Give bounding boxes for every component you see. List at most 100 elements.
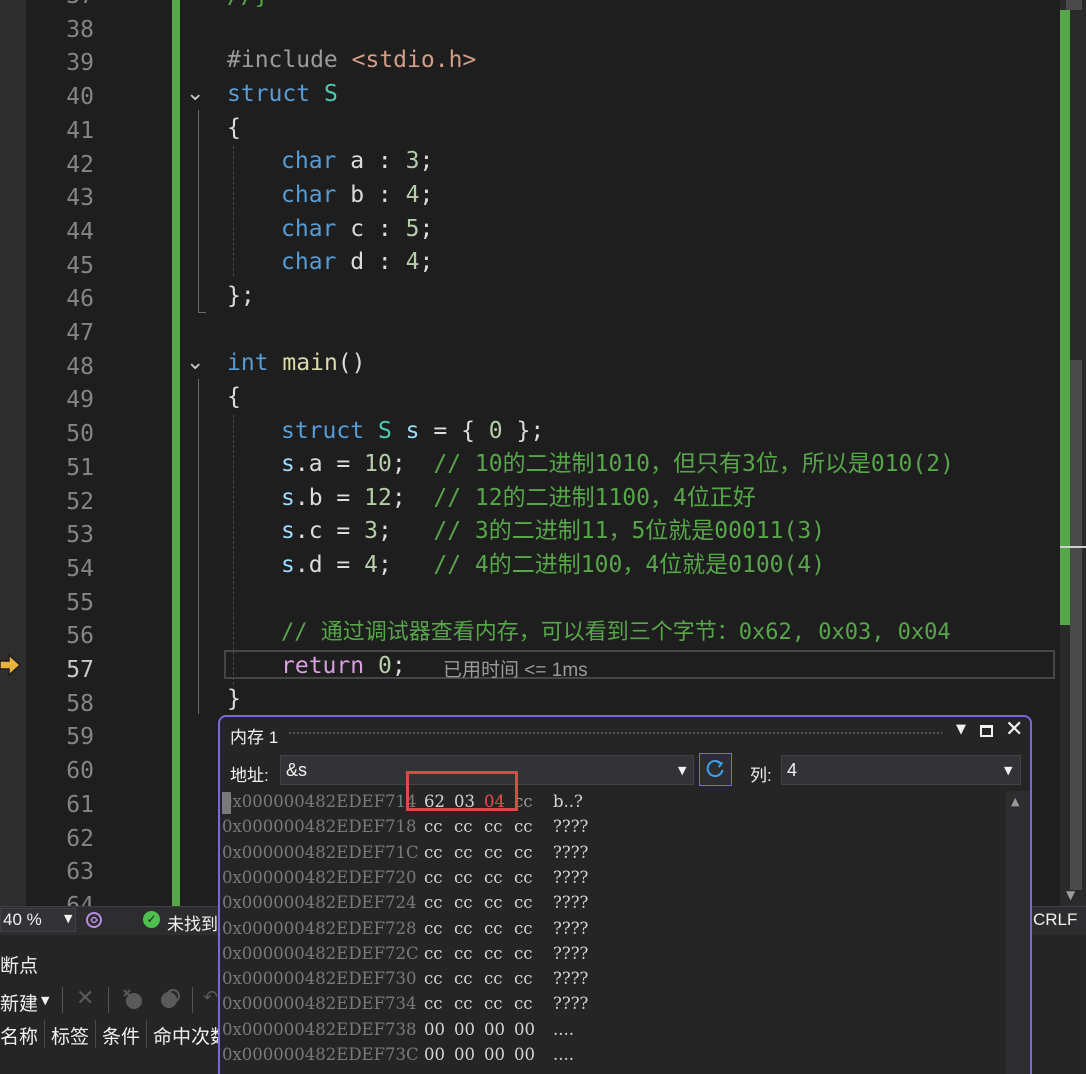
line-number[interactable]: 41 bbox=[40, 115, 94, 149]
line-number[interactable]: 49 bbox=[40, 384, 94, 418]
memory-row[interactable]: 0x000000482EDEF72C cc cc cc cc???? bbox=[222, 941, 1002, 966]
memory-byte[interactable]: cc bbox=[454, 916, 472, 941]
line-number[interactable]: 50 bbox=[40, 418, 94, 452]
line-number[interactable]: 59 bbox=[40, 721, 94, 755]
memory-byte[interactable]: cc bbox=[514, 941, 532, 966]
memory-row[interactable]: 0x000000482EDEF728 cc cc cc cc???? bbox=[222, 916, 1002, 941]
memory-byte[interactable]: cc bbox=[514, 814, 532, 839]
columns-dropdown[interactable] bbox=[781, 755, 1021, 785]
intellicode-icon[interactable] bbox=[84, 910, 104, 930]
line-number[interactable]: 52 bbox=[40, 486, 94, 520]
memory-ascii[interactable]: ???? bbox=[553, 966, 588, 991]
memory-byte[interactable]: cc bbox=[484, 814, 502, 839]
line-number[interactable]: 60 bbox=[40, 755, 94, 789]
line-number[interactable]: 54 bbox=[40, 553, 94, 587]
column-header[interactable]: 标签 bbox=[51, 1020, 97, 1048]
code-line-58[interactable]: } bbox=[227, 683, 241, 717]
code-line-54[interactable]: s.d = 4; // 4的二进制100，4位就是0100(4) bbox=[281, 549, 825, 583]
address-value[interactable]: &s bbox=[286, 760, 307, 781]
indicator-margin[interactable] bbox=[0, 0, 26, 906]
memory-row[interactable]: 0x000000482EDEF718 cc cc cc cc???? bbox=[222, 814, 1002, 839]
line-number[interactable]: 63 bbox=[40, 856, 94, 890]
memory-row[interactable]: 0x000000482EDEF714 62 03 04 cc b..? bbox=[222, 789, 1002, 814]
memory-byte[interactable]: cc bbox=[514, 890, 532, 915]
line-number[interactable]: 47 bbox=[40, 317, 94, 351]
memory-byte[interactable]: cc bbox=[454, 865, 472, 890]
memory-byte[interactable]: cc bbox=[424, 991, 442, 1016]
line-number[interactable]: 62 bbox=[40, 823, 94, 857]
scroll-up-icon[interactable]: ▲ bbox=[1011, 795, 1019, 808]
line-number[interactable]: 53 bbox=[40, 519, 94, 553]
chevron-down-icon[interactable]: ▼ bbox=[678, 764, 686, 777]
breakpoints-title[interactable]: 断点 bbox=[0, 951, 38, 978]
memory-scrollbar[interactable] bbox=[1006, 791, 1030, 1074]
line-number[interactable]: 40 bbox=[40, 81, 94, 115]
memory-byte[interactable]: cc bbox=[454, 890, 472, 915]
memory-byte[interactable]: cc bbox=[424, 814, 442, 839]
column-header[interactable]: 名称 bbox=[0, 1020, 46, 1048]
memory-byte[interactable]: cc bbox=[424, 941, 442, 966]
memory-byte[interactable]: cc bbox=[424, 840, 442, 865]
close-icon[interactable]: ✕ bbox=[1005, 717, 1023, 742]
memory-ascii[interactable]: ???? bbox=[553, 991, 588, 1016]
memory-ascii[interactable]: ???? bbox=[553, 916, 588, 941]
issues-status[interactable]: 未找到 bbox=[167, 910, 218, 935]
line-number[interactable]: 57 bbox=[40, 654, 94, 688]
memory-byte[interactable]: cc bbox=[514, 865, 532, 890]
memory-byte[interactable]: cc bbox=[424, 865, 442, 890]
code-line-50[interactable]: struct S s = { 0 }; bbox=[281, 415, 544, 449]
window-menu-chevron-icon[interactable]: ▼ bbox=[956, 722, 966, 737]
line-number[interactable]: 55 bbox=[40, 587, 94, 621]
code-line-49[interactable]: { bbox=[227, 381, 241, 415]
line-number[interactable]: 51 bbox=[40, 452, 94, 486]
line-number[interactable]: 58 bbox=[40, 688, 94, 722]
memory-byte[interactable]: 00 bbox=[514, 1017, 535, 1042]
memory-byte[interactable]: 00 bbox=[514, 1042, 535, 1067]
fold-chevron-icon[interactable]: ⌄ bbox=[186, 83, 206, 105]
memory-byte[interactable]: cc bbox=[484, 865, 502, 890]
memory-ascii[interactable]: .... bbox=[553, 1042, 574, 1067]
memory-byte[interactable]: cc bbox=[454, 840, 472, 865]
memory-byte[interactable]: cc bbox=[484, 890, 502, 915]
memory-byte[interactable]: cc bbox=[484, 916, 502, 941]
code-line-44[interactable]: char c : 5; bbox=[281, 213, 433, 247]
memory-row[interactable]: 0x000000482EDEF730 cc cc cc cc???? bbox=[222, 966, 1002, 991]
memory-row[interactable]: 0x000000482EDEF724 cc cc cc cc???? bbox=[222, 890, 1002, 915]
refresh-icon[interactable] bbox=[699, 753, 732, 786]
code-line-42[interactable]: char a : 3; bbox=[281, 145, 433, 179]
code-line-57[interactable]: return 0; bbox=[281, 650, 406, 684]
perf-tip[interactable]: 已用时间 <= 1ms bbox=[443, 655, 588, 682]
delete-icon[interactable]: ✕ bbox=[76, 988, 96, 1010]
code-line-45[interactable]: char d : 4; bbox=[281, 246, 433, 280]
new-breakpoint-button[interactable]: 新建 bbox=[0, 989, 38, 1016]
fold-chevron-icon[interactable]: ⌄ bbox=[186, 352, 206, 374]
memory-row[interactable]: 0x000000482EDEF738 00 00 00 00.... bbox=[222, 1017, 1002, 1042]
memory-byte[interactable]: cc bbox=[484, 840, 502, 865]
memory-row[interactable]: 0x000000482EDEF73C 00 00 00 00.... bbox=[222, 1042, 1002, 1067]
chevron-down-icon[interactable]: ▼ bbox=[41, 994, 49, 1007]
memory-ascii[interactable]: ???? bbox=[553, 941, 588, 966]
memory-byte[interactable]: 00 bbox=[454, 1042, 475, 1067]
scroll-down-icon[interactable]: ▼ bbox=[1066, 888, 1075, 902]
code-line-37[interactable]: //} bbox=[227, 0, 269, 14]
memory-ascii[interactable]: ???? bbox=[553, 814, 588, 839]
memory-window[interactable]: 内存 1 ▼ ✕ 地址: &s ▼ 列: 4 ▼ 0x000000482EDEF… bbox=[218, 715, 1032, 1074]
memory-ascii[interactable]: ???? bbox=[553, 840, 588, 865]
code-line-48[interactable]: int main() bbox=[227, 347, 366, 381]
line-number[interactable]: 38 bbox=[40, 14, 94, 48]
line-ending-indicator[interactable]: CRLF bbox=[1033, 910, 1077, 930]
code-line-41[interactable]: { bbox=[227, 112, 241, 146]
memory-byte[interactable]: cc bbox=[424, 916, 442, 941]
code-line-39[interactable]: #include <stdio.h> bbox=[227, 44, 476, 78]
memory-row[interactable]: 0x000000482EDEF734 cc cc cc cc???? bbox=[222, 991, 1002, 1016]
memory-byte[interactable]: cc bbox=[454, 966, 472, 991]
memory-byte[interactable]: 00 bbox=[424, 1042, 445, 1067]
memory-byte[interactable]: cc bbox=[514, 916, 532, 941]
memory-ascii[interactable]: .... bbox=[553, 1017, 574, 1042]
memory-byte[interactable]: cc bbox=[514, 840, 532, 865]
line-number[interactable]: 42 bbox=[40, 149, 94, 183]
memory-byte[interactable]: 00 bbox=[454, 1017, 475, 1042]
maximize-icon[interactable] bbox=[980, 725, 993, 737]
code-line-51[interactable]: s.a = 10; // 10的二进制1010，但只有3位，所以是010(2) bbox=[281, 448, 954, 482]
toggle-breakpoints-icon[interactable] bbox=[157, 987, 181, 1011]
